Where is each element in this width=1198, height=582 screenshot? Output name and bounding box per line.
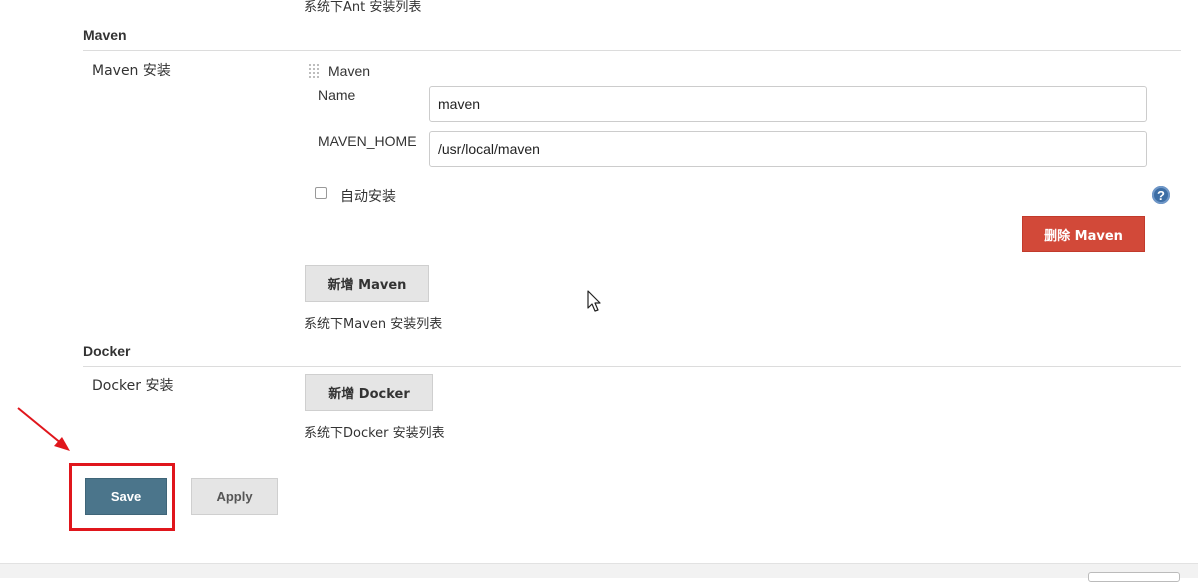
- docker-section-divider: [83, 366, 1181, 367]
- add-maven-button[interactable]: 新增 Maven: [305, 265, 429, 302]
- save-button[interactable]: Save: [85, 478, 167, 515]
- docker-installation-label: Docker 安装: [92, 378, 174, 394]
- maven-section-title: Maven: [83, 27, 127, 43]
- maven-item-header: Maven: [328, 63, 371, 79]
- maven-list-description: 系统下Maven 安装列表: [304, 317, 443, 332]
- maven-home-label: MAVEN_HOME: [318, 133, 417, 149]
- delete-maven-button[interactable]: 删除 Maven: [1022, 216, 1145, 252]
- maven-home-value: /usr/local/maven: [438, 141, 540, 157]
- annotation-arrow-icon: [14, 404, 74, 454]
- help-icon[interactable]: ?: [1152, 186, 1170, 204]
- mouse-cursor-icon: [587, 290, 603, 314]
- maven-name-input[interactable]: maven: [429, 86, 1147, 122]
- apply-button[interactable]: Apply: [191, 478, 278, 515]
- footer-bar: [0, 563, 1198, 578]
- docker-list-description: 系统下Docker 安装列表: [304, 426, 445, 441]
- name-label: Name: [318, 87, 356, 103]
- footer-control[interactable]: [1088, 572, 1180, 582]
- add-docker-button[interactable]: 新增 Docker: [305, 374, 433, 411]
- auto-install-label: 自动安装: [340, 189, 396, 205]
- auto-install-checkbox[interactable]: [315, 187, 327, 199]
- maven-name-value: maven: [438, 96, 481, 112]
- drag-handle-icon[interactable]: [308, 63, 320, 79]
- maven-installation-label: Maven 安装: [92, 63, 171, 79]
- docker-section-title: Docker: [83, 343, 131, 359]
- maven-home-input[interactable]: /usr/local/maven: [429, 131, 1147, 167]
- maven-section-divider: [83, 50, 1181, 51]
- ant-list-description: 系统下Ant 安装列表: [304, 0, 422, 15]
